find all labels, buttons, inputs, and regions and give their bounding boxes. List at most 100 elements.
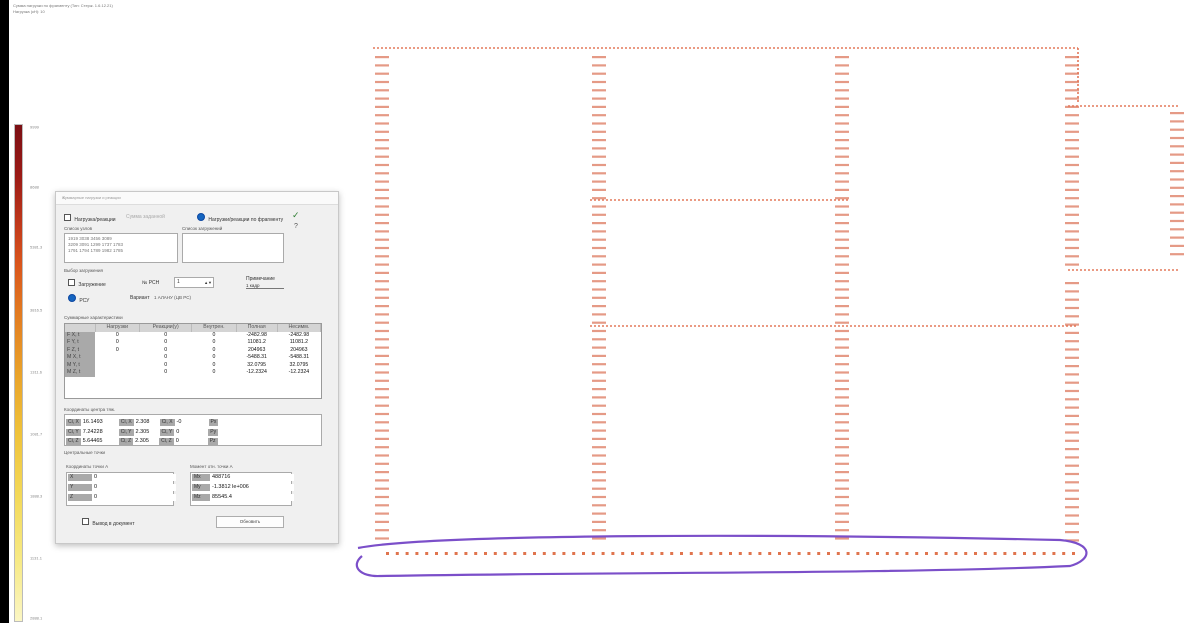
elements-list[interactable]: 1919 3038 3456 3089 3209 3091 1299 1737 … xyxy=(64,233,178,263)
help-icon[interactable]: ? xyxy=(294,223,298,230)
load-option-2[interactable]: РСУ xyxy=(68,294,89,304)
load-checkbox-1[interactable] xyxy=(68,279,75,286)
bottom-node[interactable] xyxy=(582,552,585,555)
bottom-node[interactable] xyxy=(523,552,527,555)
bottom-node[interactable] xyxy=(983,552,987,555)
bottom-node[interactable] xyxy=(807,552,811,555)
bottom-node[interactable] xyxy=(974,552,977,555)
bottom-node[interactable] xyxy=(493,552,497,555)
bottom-node[interactable] xyxy=(640,552,644,555)
summary-loads-dialog[interactable]: Суммарные нагрузки и реакции ✕ Нагрузка/… xyxy=(55,191,339,544)
bottom-node[interactable] xyxy=(464,552,468,555)
output-checkbox[interactable] xyxy=(82,518,89,525)
bottom-node[interactable] xyxy=(405,552,409,555)
bottom-node[interactable] xyxy=(572,552,576,555)
bottom-node[interactable] xyxy=(915,552,919,555)
point-coordinates[interactable]: X0Y0Z0 xyxy=(66,472,176,506)
bottom-node[interactable] xyxy=(680,552,683,555)
bottom-node[interactable] xyxy=(866,552,870,555)
dialog-titlebar[interactable]: Суммарные нагрузки и реакции ✕ xyxy=(56,192,338,205)
bottom-node[interactable] xyxy=(395,552,399,555)
bottom-node[interactable] xyxy=(787,552,791,555)
bottom-node[interactable] xyxy=(562,552,566,555)
bottom-node[interactable] xyxy=(542,552,546,555)
bottom-node[interactable] xyxy=(474,552,478,555)
bottom-node[interactable] xyxy=(954,552,958,555)
bottom-node[interactable] xyxy=(885,552,889,555)
load-number-spinner[interactable]: 1 ▲▼ xyxy=(174,277,214,288)
bottom-node[interactable] xyxy=(484,552,487,555)
bottom-node[interactable] xyxy=(827,552,830,555)
bottom-node[interactable] xyxy=(895,552,899,555)
interval-field[interactable]: 1 кадр xyxy=(246,283,284,289)
bottom-node[interactable] xyxy=(778,552,781,555)
summary-table[interactable]: Нагрузки Реакции(у) Внутрен. Полная Несимм. … xyxy=(64,323,322,399)
bottom-node[interactable] xyxy=(856,552,860,555)
bottom-node[interactable] xyxy=(552,552,556,555)
bottom-node[interactable] xyxy=(925,552,928,555)
mode-option-3[interactable]: Нагрузки/реакции по фрагменту xyxy=(197,213,283,223)
bottom-node[interactable] xyxy=(1042,552,1046,555)
bottom-node[interactable] xyxy=(601,552,605,555)
load-radio-2[interactable] xyxy=(68,294,76,302)
load-list[interactable] xyxy=(182,233,284,263)
bottom-node[interactable] xyxy=(386,552,389,555)
bottom-node[interactable] xyxy=(709,552,713,555)
bottom-node[interactable] xyxy=(934,552,938,555)
mode-option-2[interactable]: Сумма заданной xyxy=(126,214,165,220)
apply-check-icon[interactable]: ✓ xyxy=(292,210,300,221)
bottom-node[interactable] xyxy=(503,552,507,555)
load-option-1[interactable]: Загружение xyxy=(68,279,106,288)
bottom-node[interactable] xyxy=(758,552,762,555)
close-icon[interactable]: ✕ xyxy=(62,195,333,200)
variant-select[interactable]: 1 АЛАНУ (ЦВ РС) xyxy=(154,295,191,300)
table-row[interactable]: F Y, t 0 0 0 11081.2 11081.2 xyxy=(65,339,321,347)
bottom-node[interactable] xyxy=(660,552,664,555)
bottom-node[interactable] xyxy=(768,552,772,555)
bottom-node[interactable] xyxy=(1072,552,1075,555)
bottom-node[interactable] xyxy=(670,552,674,555)
bottom-node[interactable] xyxy=(944,552,948,555)
bottom-node[interactable] xyxy=(425,552,429,555)
bottom-node[interactable] xyxy=(650,552,654,555)
bottom-node[interactable] xyxy=(1062,552,1066,555)
bottom-node[interactable] xyxy=(513,552,517,555)
bottom-node[interactable] xyxy=(797,552,801,555)
bottom-node[interactable] xyxy=(611,552,615,555)
bottom-node[interactable] xyxy=(748,552,752,555)
bottom-node[interactable] xyxy=(415,552,419,555)
spinner-arrows-icon[interactable]: ▲▼ xyxy=(204,278,212,287)
bottom-node[interactable] xyxy=(533,552,536,555)
bottom-node[interactable] xyxy=(1052,552,1056,555)
bottom-node[interactable] xyxy=(876,552,879,555)
mode-checkbox-1[interactable] xyxy=(64,214,71,221)
table-row[interactable]: M Y, t 0 0 32.0795 32.0795 xyxy=(65,361,321,369)
bottom-node[interactable] xyxy=(729,552,732,555)
table-row[interactable]: F Z, t 0 0 0 204963 204963 xyxy=(65,346,321,354)
table-row[interactable]: M Z, t 0 0 -12.2324 -12.2324 xyxy=(65,369,321,377)
bottom-node[interactable] xyxy=(621,552,625,555)
table-row[interactable]: F X, t 0 0 0 -2482.98 -2482.98 xyxy=(65,331,321,339)
bottom-node[interactable] xyxy=(1013,552,1017,555)
bottom-node[interactable] xyxy=(846,552,850,555)
table-row[interactable]: M X, t 0 0 -5488.31 -5488.31 xyxy=(65,354,321,362)
bottom-node[interactable] xyxy=(1023,552,1026,555)
bottom-node[interactable] xyxy=(738,552,742,555)
bottom-node[interactable] xyxy=(993,552,997,555)
bottom-node[interactable] xyxy=(454,552,458,555)
bottom-node[interactable] xyxy=(699,552,703,555)
mode-option-1[interactable]: Нагрузка/реакции xyxy=(64,214,116,223)
bottom-node[interactable] xyxy=(631,552,634,555)
bottom-node[interactable] xyxy=(719,552,723,555)
bottom-node[interactable] xyxy=(1032,552,1036,555)
bottom-node[interactable] xyxy=(689,552,693,555)
update-button[interactable]: Обновить xyxy=(216,516,284,528)
bottom-node[interactable] xyxy=(905,552,909,555)
mode-radio-3[interactable] xyxy=(197,213,205,221)
bottom-node[interactable] xyxy=(444,552,448,555)
bottom-node[interactable] xyxy=(435,552,438,555)
output-to-document[interactable]: Вывод в документ xyxy=(82,518,135,527)
bottom-node[interactable] xyxy=(817,552,821,555)
bottom-node[interactable] xyxy=(1003,552,1007,555)
bottom-node[interactable] xyxy=(964,552,968,555)
